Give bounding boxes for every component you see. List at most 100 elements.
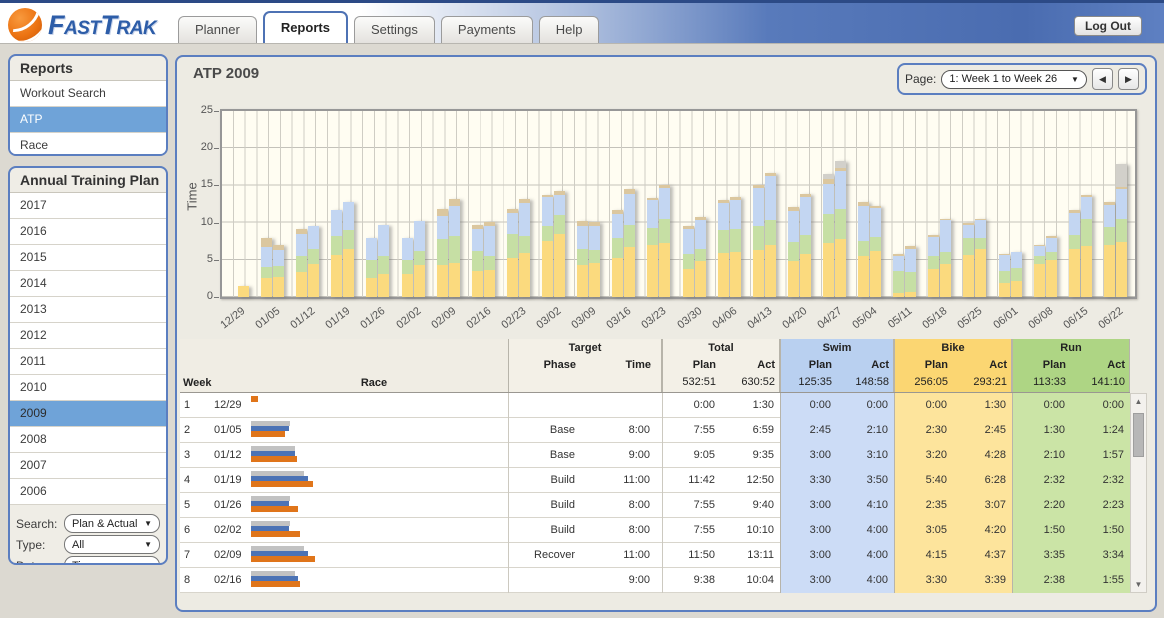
swim-act-value: 4:10	[837, 493, 894, 518]
segment-bike	[730, 252, 741, 297]
week-number: 2	[184, 418, 204, 443]
segment-bike	[1069, 249, 1080, 297]
filter-select-search-[interactable]: Plan & Actual▼	[64, 514, 160, 533]
top-bar: FASTTRAK PlannerReportsSettingsPaymentsH…	[0, 0, 1164, 44]
year-item-2016[interactable]: 2016	[10, 219, 166, 245]
chart-bar-plan-03-02	[542, 195, 553, 297]
total-plan-sum: 532:51	[663, 376, 722, 388]
segment-swim	[647, 200, 658, 228]
segment-swim	[366, 238, 377, 260]
race-minibar-chart	[251, 546, 315, 562]
chart-bar-actual-03-09	[589, 222, 600, 297]
scroll-down-icon[interactable]: ▼	[1131, 580, 1146, 589]
scrollbar-thumb[interactable]	[1133, 413, 1144, 457]
segment-swim	[414, 221, 425, 251]
segment-swim	[507, 213, 518, 234]
filter-select-data-[interactable]: Time▼	[64, 556, 160, 565]
total-act-value: 12:50	[721, 468, 780, 493]
segment-run	[542, 226, 553, 242]
table-scrollbar[interactable]: ▲ ▼	[1130, 393, 1147, 593]
run-group-header: Run Plan Act 113:33 141:10	[1012, 339, 1130, 392]
year-item-2010[interactable]: 2010	[10, 375, 166, 401]
race-minibar-chart	[251, 496, 298, 512]
chart-bar-actual-04-27	[835, 161, 846, 297]
year-item-2015[interactable]: 2015	[10, 245, 166, 271]
segment-bike	[647, 245, 658, 297]
page-prev-button[interactable]: ◀	[1092, 68, 1113, 90]
y-tickmark	[214, 111, 219, 112]
minibar-actual	[251, 556, 315, 562]
segment-run	[519, 236, 530, 253]
filter-row-data-: Data:Time▼	[16, 555, 160, 565]
week-number: 5	[184, 493, 204, 518]
scroll-up-icon[interactable]: ▲	[1131, 397, 1146, 406]
caret-down-icon: ▼	[144, 540, 152, 549]
chart-bar-actual-06-08	[1046, 236, 1057, 297]
year-item-2013[interactable]: 2013	[10, 297, 166, 323]
filter-select-type-[interactable]: All▼	[64, 535, 160, 554]
page-select-dropdown[interactable]: 1: Week 1 to Week 26 ▼	[941, 70, 1087, 89]
segment-bike	[1046, 260, 1057, 297]
bike-act-value: 4:28	[953, 443, 1012, 468]
tab-planner[interactable]: Planner	[178, 16, 257, 43]
year-item-2011[interactable]: 2011	[10, 349, 166, 375]
swim-plan-value: 3:00	[780, 518, 837, 543]
chart-bar-plan-03-09	[577, 221, 588, 297]
bike-plan-sum: 256:05	[895, 376, 954, 388]
minibar-actual	[251, 506, 298, 512]
segment-swim	[261, 247, 272, 267]
segment-swim	[858, 206, 869, 242]
brand-text: FASTTRAK	[48, 10, 156, 41]
chart-bar-plan-04-06	[718, 200, 729, 297]
bike-act-value: 2:45	[953, 418, 1012, 443]
sidebar-item-workout-search[interactable]: Workout Search	[10, 81, 166, 107]
tab-payments[interactable]: Payments	[441, 16, 533, 43]
segment-bike	[718, 253, 729, 297]
segment-extra	[835, 161, 846, 168]
segment-swim	[484, 226, 495, 256]
year-item-2006[interactable]: 2006	[10, 479, 166, 505]
chart-bar-actual-12-29	[238, 286, 249, 297]
sidebar-item-race[interactable]: Race	[10, 133, 166, 156]
segment-swim	[893, 256, 904, 271]
filter-label-data-: Data:	[16, 559, 64, 566]
chart-bar-plan-02-09	[437, 209, 448, 297]
chart-bar-plan-01-19	[331, 210, 342, 297]
segment-bike	[589, 263, 600, 297]
year-item-2008[interactable]: 2008	[10, 427, 166, 453]
segment-bike	[554, 234, 565, 297]
page-next-button[interactable]: ▶	[1118, 68, 1139, 90]
bike-act-label: Act	[954, 359, 1013, 371]
run-plan-sum: 113:33	[1013, 376, 1072, 388]
segment-bike	[695, 261, 706, 297]
segment-bike	[928, 269, 939, 297]
segment-run	[273, 266, 284, 276]
year-item-2017[interactable]: 2017	[10, 193, 166, 219]
year-item-2007[interactable]: 2007	[10, 453, 166, 479]
segment-run	[378, 256, 389, 274]
swim-plan-value: 3:30	[780, 468, 837, 493]
segment-bike	[1116, 242, 1127, 297]
year-item-2014[interactable]: 2014	[10, 271, 166, 297]
segment-run	[437, 239, 448, 266]
year-item-2009[interactable]: 2009	[10, 401, 166, 427]
run-plan-value: 3:35	[1012, 543, 1071, 568]
segment-run	[577, 249, 588, 265]
log-out-button[interactable]: Log Out	[1074, 16, 1142, 36]
tab-reports[interactable]: Reports	[263, 11, 348, 43]
total-plan-value: 0:00	[662, 393, 721, 418]
year-item-2012[interactable]: 2012	[10, 323, 166, 349]
brand-part: AST	[64, 18, 101, 40]
page-title: ATP 2009	[193, 65, 259, 82]
sidebar-item-atp[interactable]: ATP	[10, 107, 166, 133]
segment-run	[366, 260, 377, 277]
run-plan-value: 2:20	[1012, 493, 1071, 518]
tab-settings[interactable]: Settings	[354, 16, 435, 43]
segment-swim	[624, 194, 635, 225]
segment-run	[554, 215, 565, 234]
swim-act-value: 4:00	[837, 543, 894, 568]
target-time-value: 8:00	[587, 518, 662, 543]
tab-help[interactable]: Help	[539, 16, 600, 43]
segment-bike	[905, 292, 916, 297]
chart-bar-plan-06-22	[1104, 202, 1115, 297]
